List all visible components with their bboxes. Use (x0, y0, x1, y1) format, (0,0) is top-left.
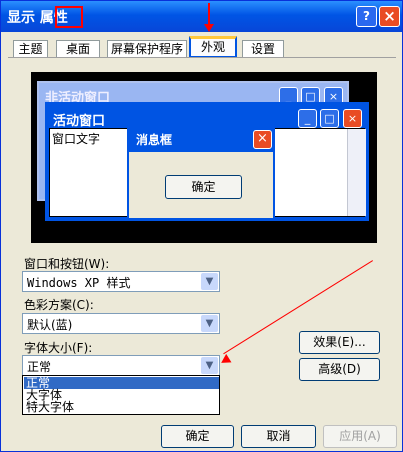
preview-window-text: 窗口文字 (52, 132, 101, 146)
red-annotation-arrowhead (218, 353, 232, 368)
windows-buttons-label: 窗口和按钮(W): (24, 257, 110, 271)
message-box-title-bar: 消息框 × (129, 127, 273, 152)
font-size-select[interactable]: 正常 ▼ (22, 355, 220, 376)
chevron-down-icon[interactable]: ▼ (201, 273, 218, 290)
active-close-icon: × (343, 109, 362, 128)
tab-desktop[interactable]: 桌面 (56, 40, 100, 57)
message-box-title: 消息框 (136, 133, 173, 147)
effects-button[interactable]: 效果(E)... (299, 331, 380, 354)
display-properties-dialog: 显示 属性 ? × 主题 桌面 屏幕保护程序 外观 设置 非活动窗口 _ □ ×… (0, 0, 403, 452)
dropdown-option-extra-large[interactable]: 特大字体 (24, 401, 219, 413)
tab-appearance[interactable]: 外观 (189, 36, 237, 58)
preview-scrollbar (347, 129, 366, 216)
active-minimize-icon: _ (298, 109, 317, 128)
active-maximize-icon: □ (320, 109, 339, 128)
chevron-down-icon[interactable]: ▼ (201, 357, 218, 374)
advanced-button[interactable]: 高级(D) (299, 358, 380, 381)
title-bar[interactable]: 显示 属性 ? × (1, 1, 402, 32)
chevron-down-icon[interactable]: ▼ (201, 315, 218, 332)
font-size-dropdown-list[interactable]: 正常 大字体 特大字体 (22, 375, 220, 415)
red-annotation-arrow (204, 3, 214, 32)
ok-button[interactable]: 确定 (161, 425, 234, 448)
preview-ok-button: 确定 (165, 175, 242, 199)
message-box-preview: 消息框 × 确定 (127, 125, 275, 220)
font-size-value: 正常 (27, 360, 52, 374)
color-scheme-label: 色彩方案(C): (24, 298, 94, 312)
tab-settings[interactable]: 设置 (242, 40, 284, 57)
tab-themes[interactable]: 主题 (13, 40, 48, 57)
cancel-button[interactable]: 取消 (241, 425, 316, 448)
color-scheme-select[interactable]: 默认(蓝) ▼ (22, 313, 220, 334)
message-box-close-icon: × (253, 130, 272, 149)
title-highlight-box (55, 6, 83, 28)
help-button[interactable]: ? (356, 6, 377, 27)
close-button[interactable]: × (379, 6, 400, 27)
windows-buttons-select[interactable]: Windows XP 样式 ▼ (22, 271, 220, 292)
color-scheme-value: 默认(蓝) (27, 318, 73, 332)
tab-divider (8, 57, 396, 58)
windows-buttons-value: Windows XP 样式 (27, 276, 131, 290)
apply-button[interactable]: 应用(A) (323, 425, 397, 448)
tab-screensaver[interactable]: 屏幕保护程序 (107, 40, 187, 57)
font-size-label: 字体大小(F): (24, 341, 93, 355)
active-window-title: 活动窗口 (53, 114, 106, 129)
